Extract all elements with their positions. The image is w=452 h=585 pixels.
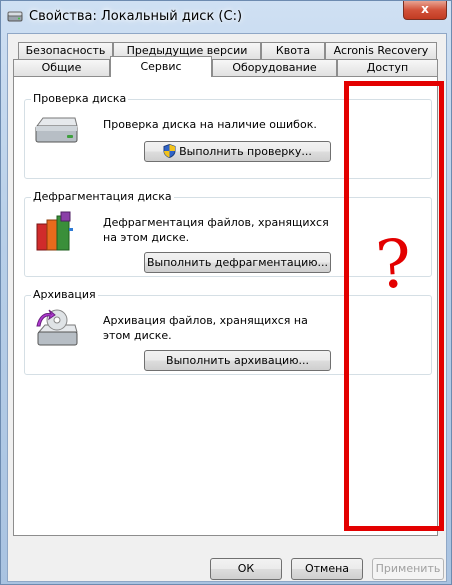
title-bar[interactable]: Свойства: Локальный диск (C:) x <box>1 1 451 33</box>
close-button[interactable]: x <box>403 1 447 20</box>
button-label: Отмена <box>304 562 350 575</box>
tab-panel-service: Проверка диска Проверка диска на наличие… <box>13 76 438 536</box>
tab-general[interactable]: Общие <box>13 59 110 76</box>
group-backup: Архивация Архивация файлов, хранящихся н… <box>24 288 432 375</box>
tab-label: Доступ <box>366 61 409 74</box>
button-label: Выполнить архивацию... <box>166 354 309 367</box>
run-check-button[interactable]: Выполнить проверку... <box>144 141 331 162</box>
run-backup-button[interactable]: Выполнить архивацию... <box>144 350 331 371</box>
ok-button[interactable]: ОК <box>210 558 282 580</box>
properties-window: Свойства: Локальный диск (C:) x Безопасн… <box>0 0 452 585</box>
button-label: Выполнить проверку... <box>179 145 312 158</box>
group-description: Архивация файлов, хранящихся на этом дис… <box>103 314 308 342</box>
tab-acronis-recovery[interactable]: Acronis Recovery <box>325 42 437 59</box>
tab-service[interactable]: Сервис <box>110 56 212 77</box>
tab-label: Сервис <box>140 60 182 73</box>
button-label: ОК <box>237 562 255 575</box>
tab-label: Квота <box>275 44 311 57</box>
tab-sharing[interactable]: Доступ <box>337 59 438 76</box>
group-label: Проверка диска <box>31 92 129 105</box>
tab-hardware[interactable]: Оборудование <box>212 59 337 76</box>
button-label: Применить <box>375 562 441 575</box>
close-icon: x <box>421 2 429 16</box>
tab-quota[interactable]: Квота <box>261 42 325 59</box>
group-description: Дефрагментация файлов, хранящихся на это… <box>103 216 329 244</box>
group-label: Архивация <box>31 288 98 301</box>
dialog-client: Безопасность Предыдущие версии Квота Acr… <box>7 33 447 582</box>
window-title: Свойства: Локальный диск (C:) <box>29 9 243 24</box>
tab-label: Acronis Recovery <box>333 44 429 57</box>
backup-icon <box>36 309 78 346</box>
defragment-icon <box>36 211 73 251</box>
hard-drive-icon <box>35 117 78 143</box>
button-label: Выполнить дефрагментацию... <box>147 256 328 269</box>
cancel-button[interactable]: Отмена <box>291 558 363 580</box>
group-check-disk: Проверка диска Проверка диска на наличие… <box>24 92 432 179</box>
tab-label: Безопасность <box>25 44 106 57</box>
apply-button[interactable]: Применить <box>372 558 444 580</box>
tab-label: Оборудование <box>232 61 317 74</box>
tab-label: Общие <box>41 61 82 74</box>
tab-security[interactable]: Безопасность <box>18 42 113 59</box>
group-label: Дефрагментация диска <box>31 190 174 203</box>
shield-icon <box>163 144 176 158</box>
drive-icon <box>7 11 23 22</box>
group-defragmentation: Дефрагментация диска Дефрагментация файл… <box>24 190 432 277</box>
group-description: Проверка диска на наличие ошибок. <box>103 118 317 131</box>
run-defrag-button[interactable]: Выполнить дефрагментацию... <box>144 252 331 273</box>
